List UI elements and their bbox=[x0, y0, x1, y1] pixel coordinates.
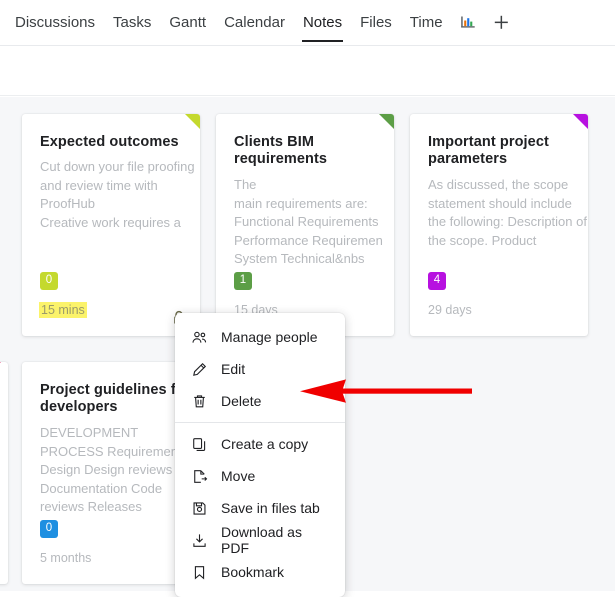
copy-icon bbox=[189, 434, 209, 454]
plus-icon[interactable] bbox=[485, 14, 518, 31]
tab-gantt[interactable]: Gantt bbox=[160, 8, 215, 38]
menu-item-manage-people[interactable]: Manage people bbox=[175, 321, 345, 353]
menu-item-label: Delete bbox=[221, 393, 262, 409]
pencil-icon bbox=[189, 359, 209, 379]
note-title: Important project parameters bbox=[428, 134, 549, 167]
menu-item-edit[interactable]: Edit bbox=[175, 353, 345, 385]
menu-divider bbox=[175, 422, 345, 423]
download-icon bbox=[189, 530, 209, 550]
project-tab-bar: Discussions Tasks Gantt Calendar Notes F… bbox=[0, 0, 615, 46]
note-card[interactable]: Expected outcomes Cut down your file pro… bbox=[22, 114, 200, 336]
card-corner-marker bbox=[0, 362, 1, 377]
note-count-badge: 0 bbox=[40, 272, 58, 290]
trash-icon bbox=[189, 391, 209, 411]
save-disk-icon bbox=[189, 498, 209, 518]
menu-item-save-in-files-tab[interactable]: Save in files tab bbox=[175, 492, 345, 524]
note-context-menu: Manage people Edit Delete Create a copy … bbox=[175, 313, 345, 597]
note-excerpt: As discussed, the scope statement should… bbox=[428, 177, 587, 248]
menu-item-label: Save in files tab bbox=[221, 500, 320, 516]
bookmark-icon bbox=[189, 562, 209, 582]
menu-item-move[interactable]: Move bbox=[175, 460, 345, 492]
note-card[interactable]: Project guidelines for developers DEVELO… bbox=[22, 362, 200, 584]
note-card-partial[interactable] bbox=[0, 362, 8, 584]
card-corner-marker bbox=[185, 114, 200, 129]
tab-discussions[interactable]: Discussions bbox=[6, 8, 104, 38]
menu-item-label: Download as PDF bbox=[221, 524, 302, 556]
tab-notes[interactable]: Notes bbox=[294, 8, 351, 42]
card-corner-marker bbox=[573, 114, 588, 129]
bar-chart-icon[interactable] bbox=[452, 14, 485, 31]
move-icon bbox=[189, 466, 209, 486]
note-title: Expected outcomes bbox=[40, 134, 179, 150]
note-count-badge: 1 bbox=[234, 272, 252, 290]
note-time-meta: 5 months bbox=[40, 551, 92, 565]
note-excerpt: The main requirements are: Functional Re… bbox=[234, 177, 383, 266]
note-excerpt: Cut down your file proofing and review t… bbox=[40, 159, 195, 230]
menu-item-create-a-copy[interactable]: Create a copy bbox=[175, 428, 345, 460]
menu-item-bookmark[interactable]: Bookmark bbox=[175, 556, 345, 588]
note-time-meta: 29 days bbox=[428, 303, 472, 317]
menu-item-delete[interactable]: Delete bbox=[175, 385, 345, 417]
menu-item-label: Manage people bbox=[221, 329, 318, 345]
tab-tasks[interactable]: Tasks bbox=[104, 8, 160, 38]
menu-item-label: Bookmark bbox=[221, 564, 285, 580]
note-count-badge: 0 bbox=[40, 520, 58, 538]
tab-calendar[interactable]: Calendar bbox=[215, 8, 294, 38]
menu-item-label: Edit bbox=[221, 361, 246, 377]
tab-time[interactable]: Time bbox=[401, 8, 452, 38]
toolbar-band bbox=[0, 47, 615, 96]
card-corner-marker bbox=[379, 114, 394, 129]
menu-item-label: Move bbox=[221, 468, 256, 484]
note-card[interactable]: Clients BIM requirements The main requir… bbox=[216, 114, 394, 336]
people-icon bbox=[189, 327, 209, 347]
note-time-meta: 15 mins bbox=[39, 302, 87, 318]
note-count-badge: 4 bbox=[428, 272, 446, 290]
note-title: Clients BIM requirements bbox=[234, 134, 328, 167]
menu-item-download-as-pdf[interactable]: Download as PDF bbox=[175, 524, 345, 556]
menu-item-label: Create a copy bbox=[221, 436, 309, 452]
tab-files[interactable]: Files bbox=[351, 8, 401, 38]
note-card[interactable]: Important project parameters As discusse… bbox=[410, 114, 588, 336]
